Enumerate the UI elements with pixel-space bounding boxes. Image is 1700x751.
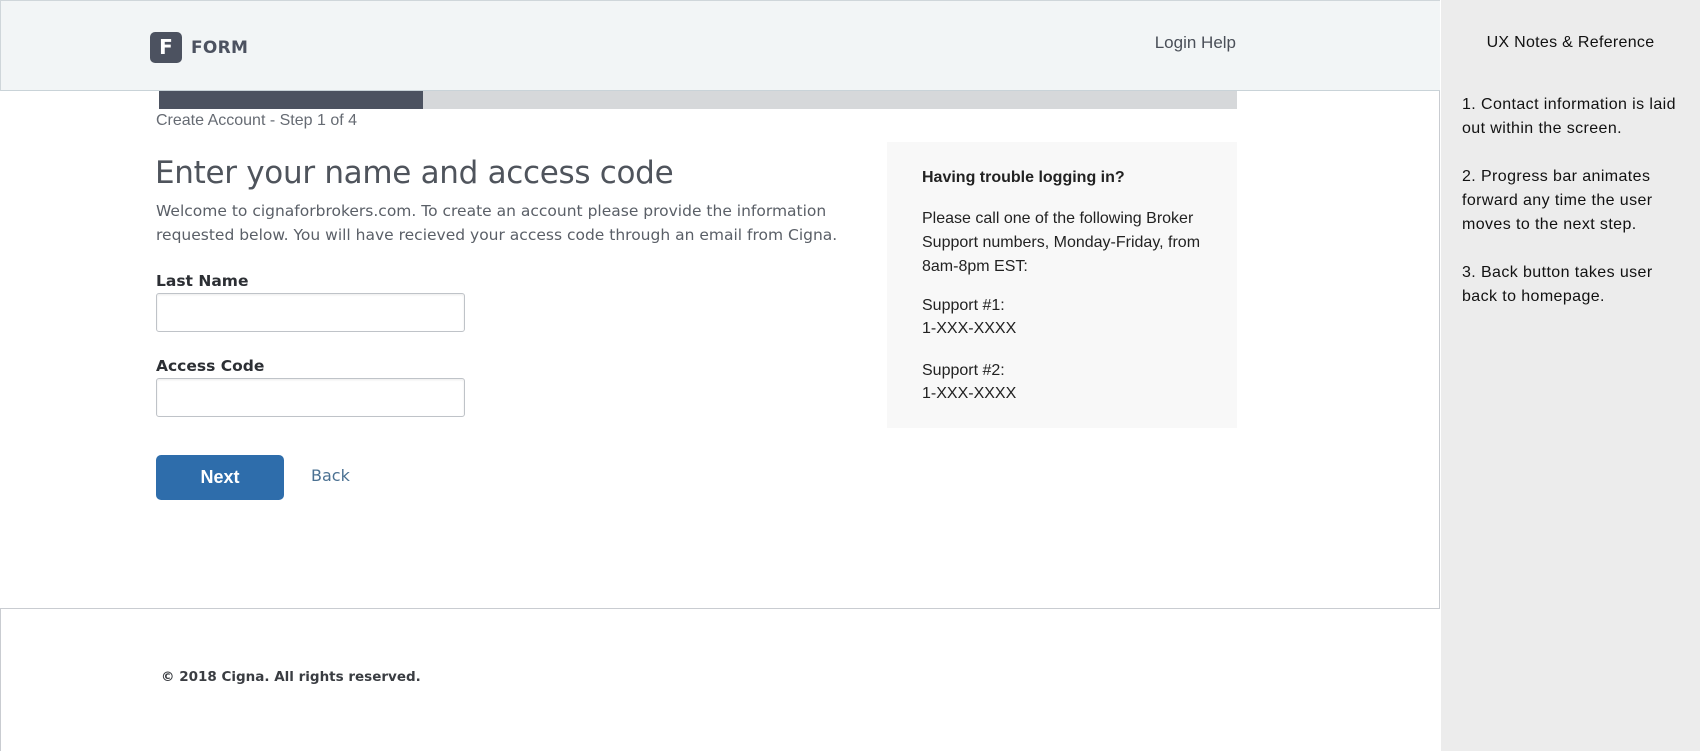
last-name-label: Last Name [156, 272, 249, 290]
support-2: Support #2: 1-XXX-XXXX [922, 359, 1016, 405]
ux-notes-sidebar: UX Notes & Reference 1. Contact informat… [1441, 0, 1700, 751]
next-button[interactable]: Next [156, 455, 284, 500]
support-1-label: Support #1: [922, 297, 1005, 314]
login-help-link[interactable]: Login Help [1155, 33, 1236, 53]
intro-text: Welcome to cignaforbrokers.com. To creat… [156, 202, 838, 244]
logo-text: FORM [191, 37, 249, 58]
site-footer: © 2018 Cigna. All rights reserved. [0, 608, 1440, 751]
logo-mark-icon: F [150, 32, 182, 63]
ux-note-2: 2. Progress bar animates forward any tim… [1462, 168, 1653, 233]
access-code-input[interactable] [156, 378, 465, 417]
ux-note-3: 3. Back button takes user back to homepa… [1462, 264, 1653, 305]
ux-notes-title: UX Notes & Reference [1486, 34, 1655, 51]
progress-bar-fill [159, 91, 424, 109]
support-2-label: Support #2: [922, 362, 1005, 379]
app-window: F FORM Login Help Create Account - Step … [0, 0, 1440, 751]
support-1-number: 1-XXX-XXXX [922, 320, 1017, 337]
ux-note-1: 1. Contact information is laid out withi… [1462, 96, 1676, 137]
site-header: F FORM Login Help [0, 0, 1440, 91]
help-title: Having trouble logging in? [922, 169, 1125, 186]
help-panel: Having trouble logging in? Please call o… [887, 142, 1237, 428]
support-1: Support #1: 1-XXX-XXXX [922, 294, 1016, 340]
access-code-label: Access Code [156, 357, 265, 375]
copyright: © 2018 Cigna. All rights reserved. [161, 669, 421, 685]
logo[interactable]: F FORM [150, 32, 248, 63]
back-link[interactable]: Back [311, 466, 350, 485]
support-2-number: 1-XXX-XXXX [922, 385, 1017, 402]
step-label: Create Account - Step 1 of 4 [156, 112, 358, 129]
last-name-input[interactable] [156, 293, 465, 332]
help-body: Please call one of the following Broker … [922, 210, 1201, 275]
page-title: Enter your name and access code [155, 155, 674, 191]
progress-bar [159, 91, 1237, 109]
